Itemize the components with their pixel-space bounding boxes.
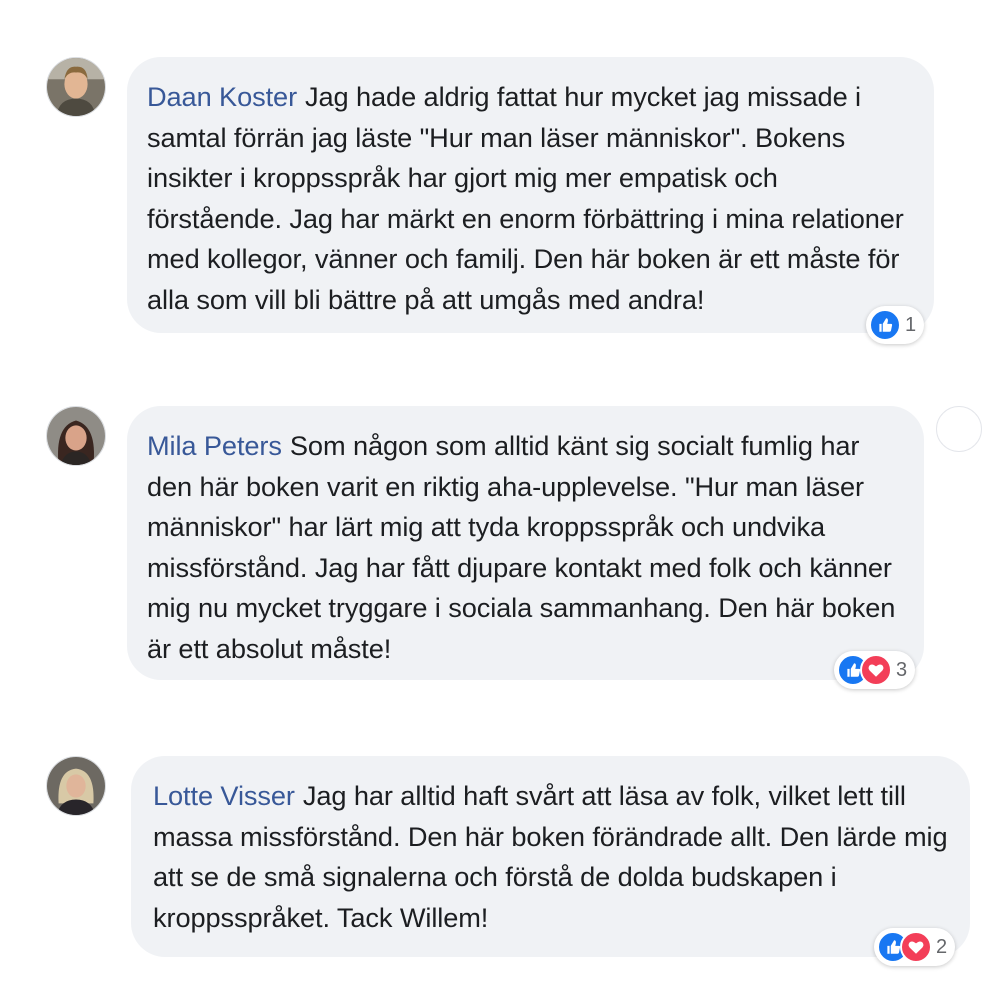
reaction-count: 1 [905,313,917,336]
reactions-summary[interactable]: 3 [834,651,916,689]
reactions-summary[interactable]: 2 [874,928,956,966]
comment-text: Jag hade aldrig fattat hur mycket jag mi… [147,81,904,315]
comment-bubble: Mila Peters Som någon som alltid känt sig… [127,406,924,680]
comment-author-link[interactable]: Lotte Visser [153,780,295,811]
more-options-button[interactable] [936,406,982,452]
like-icon [869,309,901,341]
reaction-count: 3 [896,658,908,681]
avatar[interactable] [46,406,106,466]
love-icon [860,654,892,686]
comment-author-link[interactable]: Daan Koster [147,81,297,112]
comment-text: Som någon som alltid känt sig socialt fu… [147,430,896,664]
reactions-summary[interactable]: 1 [866,306,925,344]
reaction-count: 2 [936,935,948,958]
love-icon [900,931,932,963]
avatar[interactable] [46,756,106,816]
comment-bubble: Lotte Visser Jag har alltid haft svårt at… [131,756,970,957]
comment-author-link[interactable]: Mila Peters [147,430,282,461]
avatar[interactable] [46,57,106,117]
comment-bubble: Daan Koster Jag hade aldrig fattat hur my… [127,57,934,333]
